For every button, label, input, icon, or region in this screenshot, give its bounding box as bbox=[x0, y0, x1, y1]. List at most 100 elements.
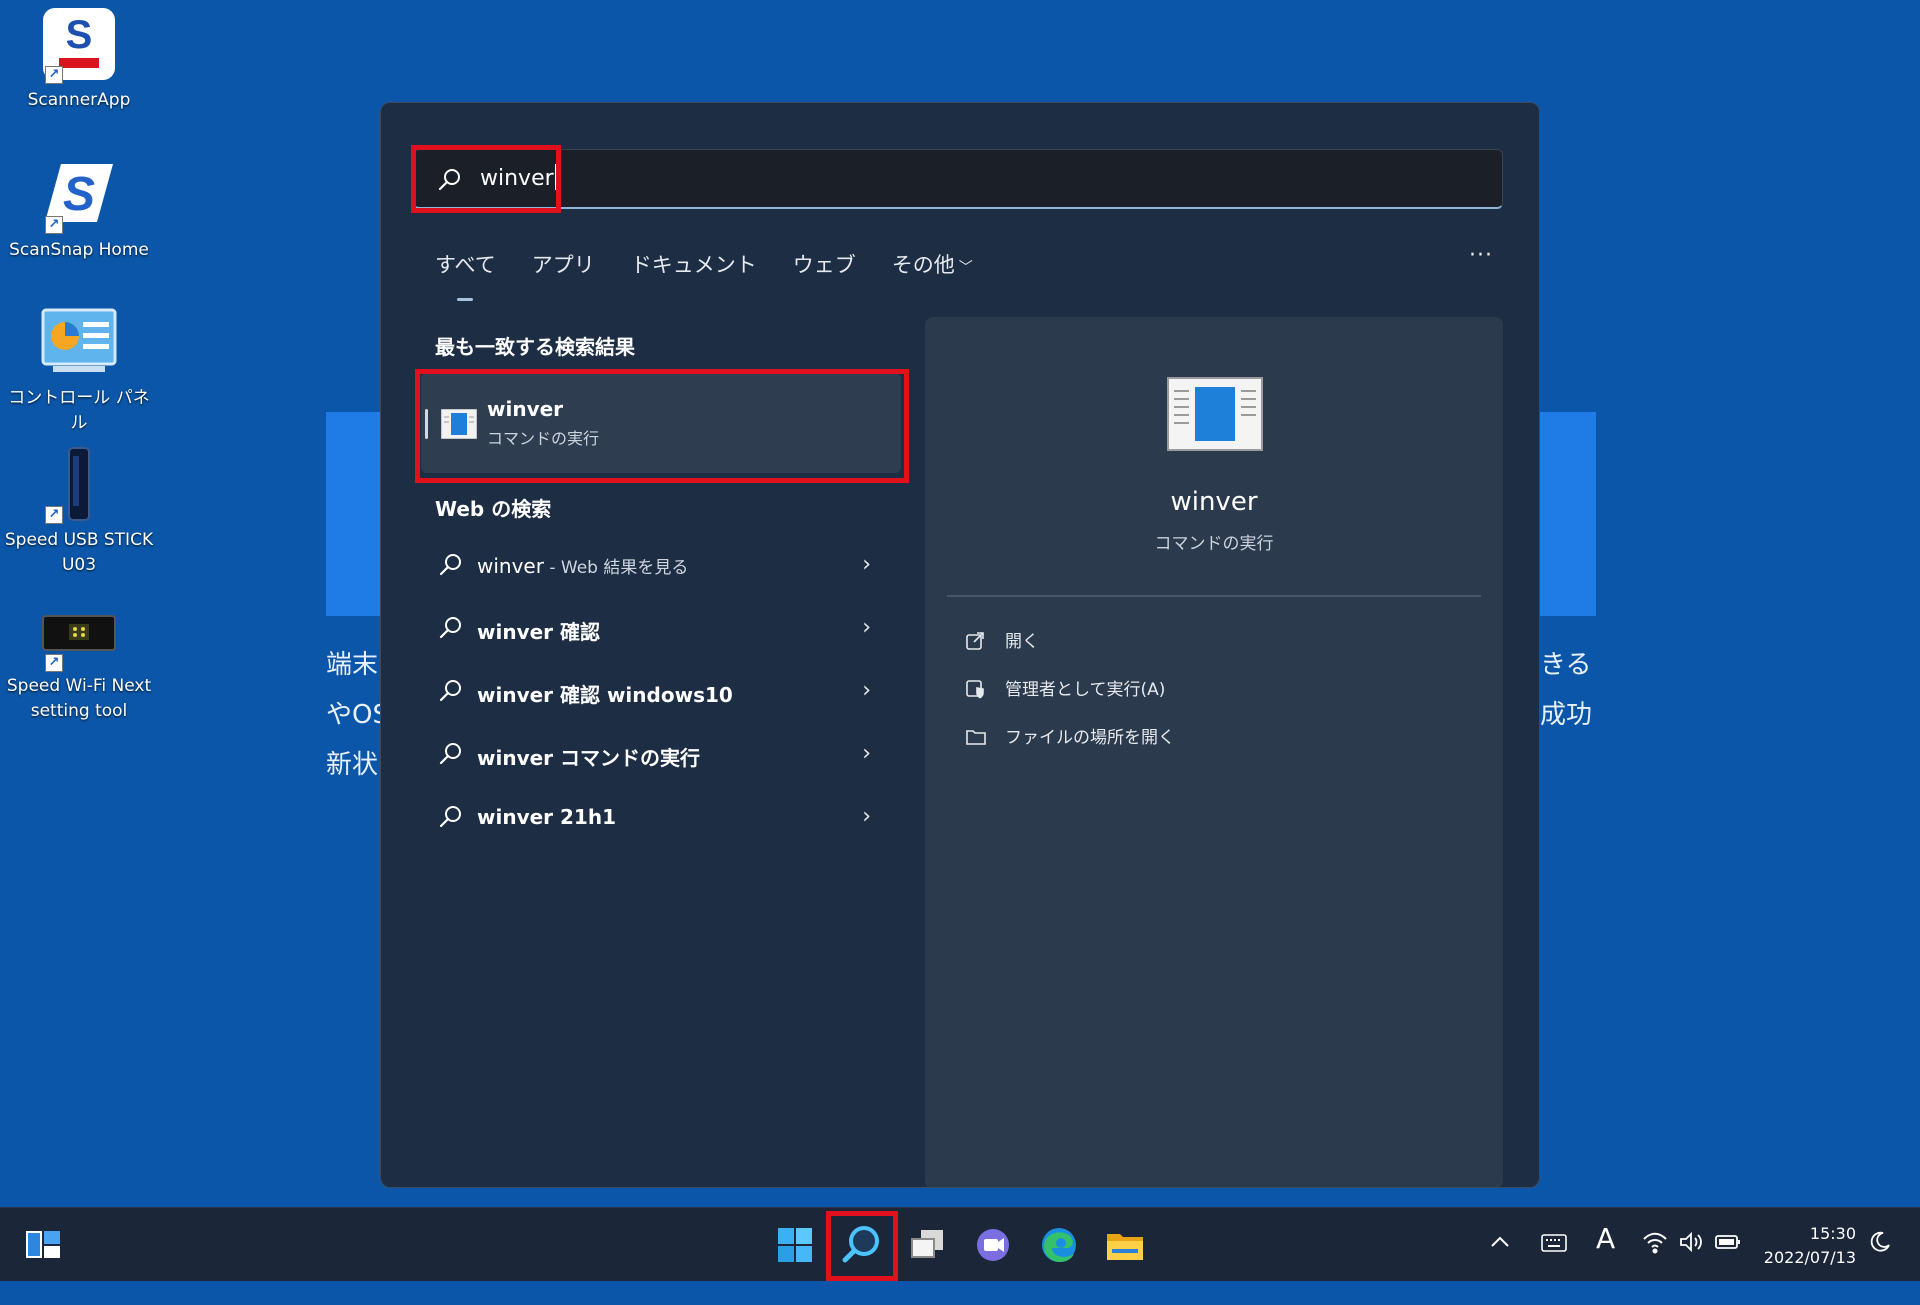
desktop-icon-label: ScannerApp bbox=[27, 90, 131, 110]
chevron-right-icon: › bbox=[862, 804, 871, 829]
desktop-icon-label: Speed USB STICK U03 bbox=[4, 530, 154, 575]
web-result-text: winver 確認 windows10 bbox=[477, 683, 733, 707]
action-open-file-location[interactable]: ファイルの場所を開く bbox=[965, 723, 1175, 752]
desktop-icon-speed-usb-stick[interactable]: ↗ Speed USB STICK U03 bbox=[4, 446, 154, 578]
web-result-0[interactable]: winver - Web 結果を見る › bbox=[427, 539, 889, 595]
web-search-header: Web の検索 bbox=[435, 497, 552, 521]
usb-stick-icon: ↗ bbox=[39, 446, 119, 526]
web-result-3[interactable]: winver コマンドの実行 › bbox=[427, 728, 889, 784]
background-window-right bbox=[1540, 412, 1596, 616]
volume-button[interactable] bbox=[1678, 1230, 1704, 1303]
web-result-text: winver bbox=[477, 554, 544, 578]
svg-text:S: S bbox=[63, 168, 95, 221]
background-text-right: きる 成功 bbox=[1540, 650, 1593, 730]
tab-documents[interactable]: ドキュメント bbox=[631, 249, 757, 289]
search-panel: winver すべて アプリ ドキュメント ウェブ その他 ﹀ ··· 最も一致す… bbox=[380, 102, 1540, 1188]
speaker-icon bbox=[1680, 1231, 1702, 1253]
tab-web[interactable]: ウェブ bbox=[793, 249, 856, 289]
background-window-left bbox=[326, 412, 382, 616]
filter-tabs: すべて アプリ ドキュメント ウェブ その他 ﹀ bbox=[435, 249, 973, 301]
show-hidden-icons-button[interactable] bbox=[1488, 1230, 1512, 1303]
tab-more-label: その他 bbox=[891, 253, 955, 277]
desktop-icon-scannerapp[interactable]: S ↗ ScannerApp bbox=[4, 6, 154, 113]
shortcut-arrow-icon: ↗ bbox=[45, 216, 63, 234]
chat-button[interactable] bbox=[966, 1218, 1020, 1272]
web-result-2[interactable]: winver 確認 windows10 › bbox=[427, 665, 889, 721]
clock[interactable]: 15:30 2022/07/13 bbox=[1764, 1222, 1856, 1270]
control-panel-icon bbox=[39, 304, 119, 384]
chat-icon bbox=[977, 1229, 1009, 1261]
edge-icon bbox=[1042, 1228, 1076, 1262]
tab-all[interactable]: すべて bbox=[435, 249, 496, 301]
preview-subtitle: コマンドの実行 bbox=[1154, 534, 1274, 554]
preview-title: winver bbox=[1170, 487, 1258, 517]
open-external-icon bbox=[965, 631, 987, 656]
search-input[interactable]: winver bbox=[413, 149, 1503, 209]
web-result-text: winver 21h1 bbox=[477, 805, 616, 829]
ime-indicator[interactable]: A bbox=[1596, 1222, 1615, 1295]
battery-button[interactable] bbox=[1714, 1232, 1742, 1305]
chevron-down-icon: ﹀ bbox=[958, 260, 973, 276]
admin-shield-icon bbox=[965, 679, 987, 704]
windows-logo-icon bbox=[778, 1228, 812, 1262]
widgets-button[interactable] bbox=[16, 1218, 70, 1272]
action-run-as-admin[interactable]: 管理者として実行(A) bbox=[965, 675, 1165, 704]
result-preview-pane: winver コマンドの実行 開く 管理者として実行(A) ファイルの場所を開く bbox=[925, 317, 1503, 1187]
wifi-router-icon: ↗ bbox=[39, 610, 119, 690]
action-open[interactable]: 開く bbox=[965, 627, 1039, 656]
svg-text:S: S bbox=[66, 13, 93, 57]
highlight-search-box bbox=[411, 145, 561, 213]
web-result-1[interactable]: winver 確認 › bbox=[427, 602, 889, 658]
edge-browser-button[interactable] bbox=[1032, 1218, 1086, 1272]
desktop-icon-speed-wifi-next[interactable]: ↗ Speed Wi-Fi Next setting tool bbox=[4, 610, 154, 724]
desktop-icon-scansnap-home[interactable]: S ↗ ScanSnap Home bbox=[4, 156, 154, 263]
web-result-text: winver 確認 bbox=[477, 620, 600, 644]
folder-icon bbox=[1107, 1234, 1143, 1260]
search-icon bbox=[439, 679, 463, 707]
keyboard-icon bbox=[1541, 1234, 1567, 1252]
task-view-button[interactable] bbox=[901, 1218, 955, 1272]
start-button[interactable] bbox=[768, 1218, 822, 1272]
touch-keyboard-button[interactable] bbox=[1540, 1232, 1568, 1305]
tab-more[interactable]: その他 ﹀ bbox=[892, 249, 973, 289]
chevron-up-icon bbox=[1491, 1236, 1509, 1247]
folder-icon bbox=[965, 727, 987, 752]
chevron-right-icon: › bbox=[862, 615, 871, 640]
action-run-as-admin-label: 管理者として実行(A) bbox=[1005, 680, 1166, 700]
best-match-header: 最も一致する検索結果 bbox=[435, 335, 635, 359]
shortcut-arrow-icon: ↗ bbox=[45, 654, 63, 672]
chevron-right-icon: › bbox=[862, 741, 871, 766]
highlight-search-taskbar bbox=[826, 1211, 898, 1281]
tab-apps[interactable]: アプリ bbox=[532, 249, 595, 289]
shortcut-arrow-icon: ↗ bbox=[45, 506, 63, 524]
battery-icon bbox=[1715, 1235, 1740, 1249]
desktop-icon-label: コントロール パネル bbox=[8, 388, 150, 433]
desktop-icon-label: ScanSnap Home bbox=[9, 240, 149, 260]
clock-time: 15:30 bbox=[1809, 1224, 1856, 1243]
search-icon bbox=[439, 553, 463, 581]
desktop-icon-control-panel[interactable]: コントロール パネル bbox=[4, 304, 154, 436]
winver-app-icon-large bbox=[1167, 377, 1263, 455]
highlight-best-match bbox=[415, 369, 909, 483]
preview-divider bbox=[947, 595, 1481, 597]
action-open-file-location-label: ファイルの場所を開く bbox=[1005, 728, 1175, 748]
web-result-4[interactable]: winver 21h1 › bbox=[427, 791, 889, 847]
focus-assist-button[interactable] bbox=[1868, 1230, 1892, 1303]
taskbar: A 15:30 2022/07/13 bbox=[0, 1207, 1920, 1281]
chevron-right-icon: › bbox=[862, 552, 871, 577]
web-result-text: winver コマンドの実行 bbox=[477, 746, 700, 770]
file-explorer-button[interactable] bbox=[1098, 1218, 1152, 1272]
shortcut-arrow-icon: ↗ bbox=[45, 66, 63, 84]
search-icon bbox=[439, 805, 463, 833]
task-view-icon bbox=[911, 1230, 943, 1258]
network-button[interactable] bbox=[1642, 1230, 1668, 1303]
scansnap-home-icon: S ↗ bbox=[39, 156, 119, 236]
web-result-subtext: - Web 結果を見る bbox=[543, 558, 689, 578]
search-icon bbox=[439, 742, 463, 770]
moon-icon bbox=[1870, 1231, 1890, 1252]
more-options-button[interactable]: ··· bbox=[1469, 243, 1493, 268]
scannerapp-icon: S ↗ bbox=[39, 6, 119, 86]
wifi-icon bbox=[1643, 1232, 1667, 1254]
search-icon bbox=[439, 616, 463, 644]
action-open-label: 開く bbox=[1005, 632, 1039, 652]
